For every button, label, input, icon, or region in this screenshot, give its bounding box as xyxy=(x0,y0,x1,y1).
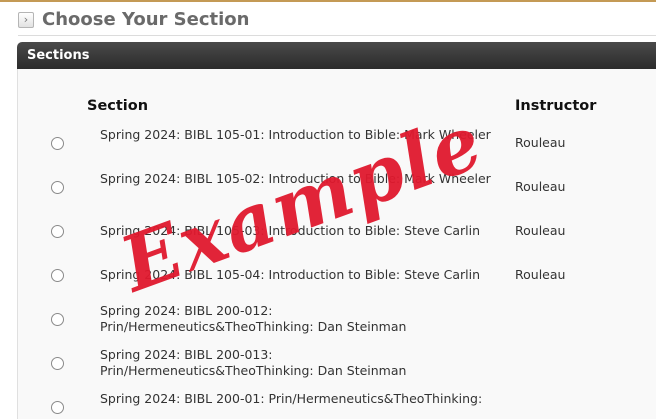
section-name: Spring 2024: BIBL 200-01: Prin/Hermeneut… xyxy=(100,391,483,406)
section-radio[interactable] xyxy=(51,137,64,150)
panel-title: Sections xyxy=(27,48,90,63)
section-radio[interactable] xyxy=(51,357,64,370)
instructor-name: Rouleau xyxy=(515,223,566,238)
section-radio[interactable] xyxy=(51,313,64,326)
section-name: Spring 2024: BIBL 200-012: Prin/Hermeneu… xyxy=(100,303,407,334)
section-name: Spring 2024: BIBL 105-03: Introduction t… xyxy=(100,223,481,238)
section-name: Spring 2024: BIBL 105-02: Introduction t… xyxy=(100,171,491,186)
chevron-right-icon[interactable]: › xyxy=(18,11,34,28)
section-name: Spring 2024: BIBL 105-01: Introduction t… xyxy=(100,127,491,142)
instructor-name: Rouleau xyxy=(515,267,566,282)
instructor-name: Rouleau xyxy=(515,135,566,150)
top-accent-rule xyxy=(0,0,656,2)
section-radio[interactable] xyxy=(51,225,64,238)
instructor-name: Rouleau xyxy=(515,179,566,194)
section-radio[interactable] xyxy=(51,269,64,282)
column-header-instructor: Instructor xyxy=(515,98,597,114)
heading-divider xyxy=(18,35,656,36)
sections-panel-header: Sections xyxy=(17,42,656,69)
page-title: Choose Your Section xyxy=(42,9,250,30)
section-name: Spring 2024: BIBL 105-04: Introduction t… xyxy=(100,267,481,282)
column-header-section: Section xyxy=(87,98,149,114)
section-name: Spring 2024: BIBL 200-013: Prin/Hermeneu… xyxy=(100,347,407,378)
page-heading: › Choose Your Section xyxy=(18,9,249,30)
section-radio[interactable] xyxy=(51,181,64,194)
